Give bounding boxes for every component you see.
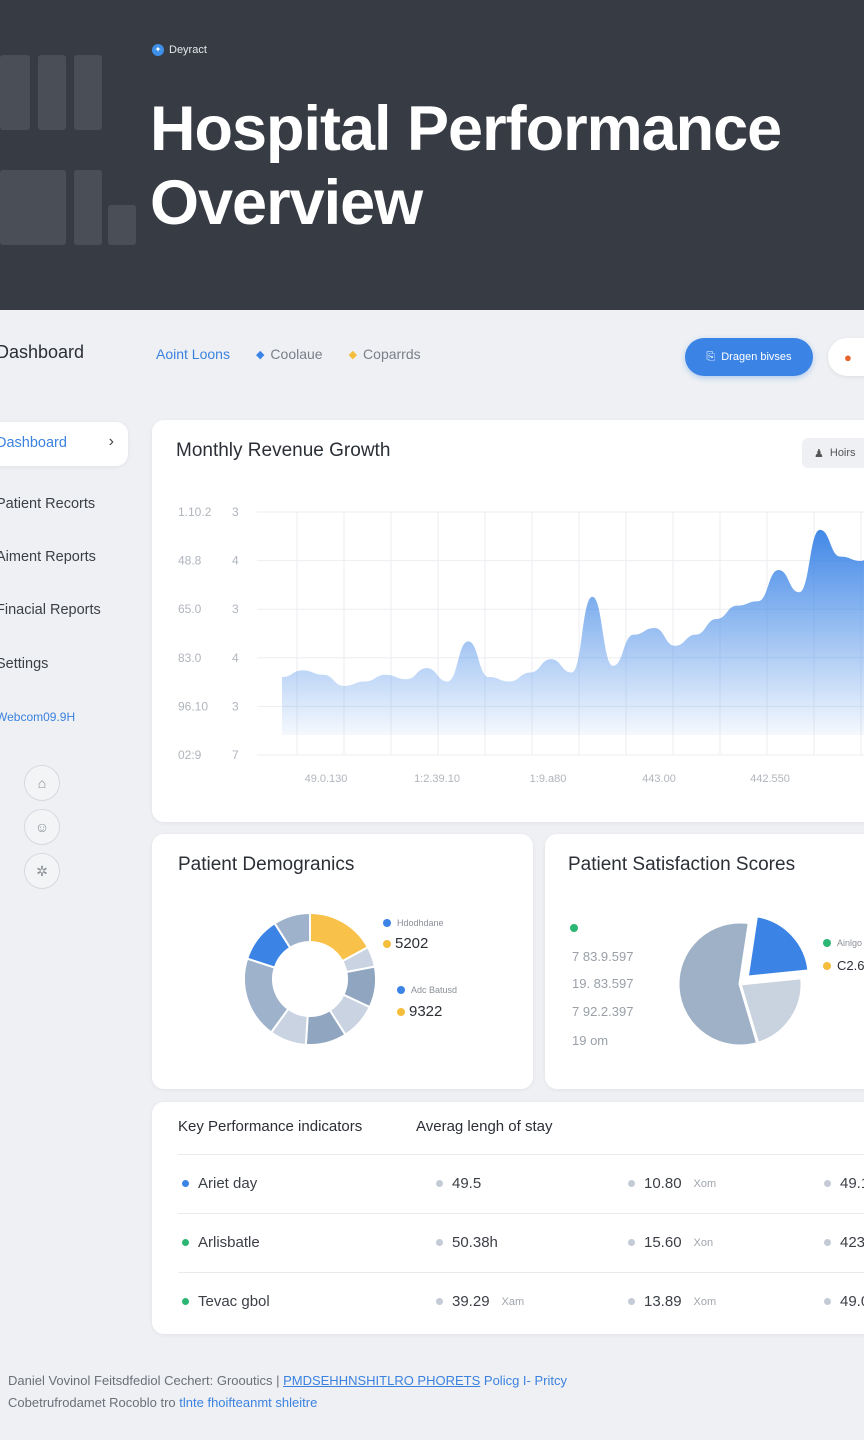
x-tick-label: 442.550 — [750, 773, 790, 785]
nav-link-2-label: Coolaue — [270, 346, 323, 362]
x-tick-label: 49.0.130 — [305, 773, 348, 785]
section-title: Dashboard — [0, 342, 85, 362]
footer-link[interactable]: PMDSEHHNSHITLRO PHORETS — [283, 1373, 480, 1388]
leaf-icon: ◆ — [255, 348, 265, 361]
legend-item: Hdodhdane — [383, 918, 444, 928]
y-tick-label: 96.10 — [178, 699, 208, 713]
sidebar-item-label: Dashboard — [0, 435, 67, 451]
nav-link-3-label: Coparrds — [363, 346, 421, 362]
user-icon[interactable]: ☺ — [24, 809, 60, 845]
primary-action-button[interactable]: ⎘ Dragen bivses — [685, 338, 813, 376]
revenue-chart: 1.10.2 3 48.8 4 65.0 3 83.0 4 96.10 3 02:9 7 49.0.1… — [178, 505, 864, 785]
palette-icon: ● — [844, 349, 852, 365]
y-tick-label: 02:9 — [178, 748, 202, 762]
legend-value: 5202 — [383, 935, 428, 952]
y-tick-label: 3 — [232, 699, 239, 713]
brand-name: Deyract — [169, 44, 207, 56]
table-row[interactable]: Tevac gbol 39.29Xam 13.89Xom 49.0 — [178, 1272, 864, 1330]
footer-line-1: Daniel Vovinol Feitsdfediol Cechert: Gro… — [8, 1373, 567, 1388]
footer: Daniel Vovinol Feitsdfediol Cechert: Gro… — [8, 1370, 858, 1414]
settings-icon[interactable]: ✲ — [24, 853, 60, 889]
y-tick-label: 48.8 — [178, 554, 202, 568]
sidebar-item-treatment-reports[interactable]: Aiment Reports — [0, 549, 96, 565]
brand-icon: ✦ — [152, 44, 164, 56]
legend-item: Adc Batusd — [397, 985, 457, 995]
legend-item: C2.6 — [823, 958, 864, 973]
pie-slice — [745, 914, 811, 979]
building-icon[interactable]: ⌂ — [24, 765, 60, 801]
y-tick-label: 1.10.2 — [178, 505, 212, 519]
y-tick-label: 83.0 — [178, 651, 202, 665]
footer-link[interactable]: tlnte fhoifteanmt shleitre — [179, 1395, 317, 1410]
revenue-area — [282, 529, 864, 735]
nav-link-2[interactable]: ◆ Coolaue — [256, 346, 323, 362]
page-title: Hospital Performance Overview — [150, 92, 850, 240]
chevron-right-icon: › — [108, 433, 114, 450]
satisfaction-pie — [676, 914, 811, 1048]
brand-logo[interactable]: ✦ Deyract — [152, 44, 207, 56]
footer-policy-link[interactable]: Policg I- Pritcy — [484, 1373, 567, 1388]
page-title-line2: Overview — [150, 168, 423, 238]
hero-decoration — [0, 55, 140, 245]
sidebar-item-dashboard[interactable]: Dashboard › — [0, 422, 128, 466]
y-tick-label: 7 — [232, 748, 239, 762]
x-tick-label: 443.00 — [642, 773, 676, 785]
satisfaction-card: Patient Satisfaction Scores 7 83.9.597 1… — [545, 834, 864, 1089]
table-row[interactable]: Arlisbatle 50.38h 15.60 Xon 423 — [178, 1213, 864, 1271]
y-tick-label: 4 — [232, 554, 239, 568]
hero-banner: ✦ Deyract Hospital Performance Overview — [0, 0, 864, 310]
revenue-card: Monthly Revenue Growth ♟ Hoirs 1.10.2 3 48… — [152, 420, 864, 822]
y-tick-label: 4 — [232, 651, 239, 665]
nav-link-1-label: Aoint Loons — [156, 346, 230, 362]
demographics-card: Patient Demogranics Hdodhdane 5202 Adc B… — [152, 834, 533, 1089]
sidebar-item-financial-reports[interactable]: Finacial Reports — [0, 602, 101, 618]
sidebar-item-patient-records[interactable]: Patient Recorts — [0, 496, 95, 512]
table-row[interactable]: Ariet day 49.5 10.80Xom 49.1 — [178, 1154, 864, 1212]
x-tick-label: 1:9.a80 — [530, 773, 567, 785]
legend-item: Ainlgo — [823, 938, 862, 948]
y-tick-label: 65.0 — [178, 602, 202, 616]
sidebar-link[interactable]: Webcom09.9H — [0, 710, 75, 724]
nav-link-1[interactable]: Aoint Loons — [156, 346, 230, 362]
footer-line-2: Cobetrufrodamet Rocoblo tro tlnte fhoift… — [8, 1395, 318, 1410]
primary-action-label: Dragen bivses — [721, 351, 792, 363]
y-tick-label: 3 — [232, 505, 239, 519]
column-header: Averag lengh of stay — [416, 1118, 553, 1135]
export-icon: ⎘ — [706, 350, 716, 363]
x-tick-label: 1:2.39.10 — [414, 773, 460, 785]
secondary-action-button[interactable]: ● — [828, 338, 864, 376]
y-tick-label: 3 — [232, 602, 239, 616]
legend-value: 9322 — [397, 1003, 442, 1020]
page-title-line1: Hospital Performance — [150, 94, 782, 164]
column-header: Key Performance indicators — [178, 1118, 363, 1135]
top-nav: Aoint Loons ◆ Coolaue ◆ Coparrds — [156, 346, 421, 362]
nav-link-3[interactable]: ◆ Coparrds — [349, 346, 421, 362]
kpi-table: Key Performance indicators Averag lengh … — [152, 1102, 864, 1334]
star-icon: ◆ — [348, 348, 358, 361]
sidebar-item-settings[interactable]: Settings — [0, 656, 48, 672]
demographics-donut — [243, 911, 377, 1046]
